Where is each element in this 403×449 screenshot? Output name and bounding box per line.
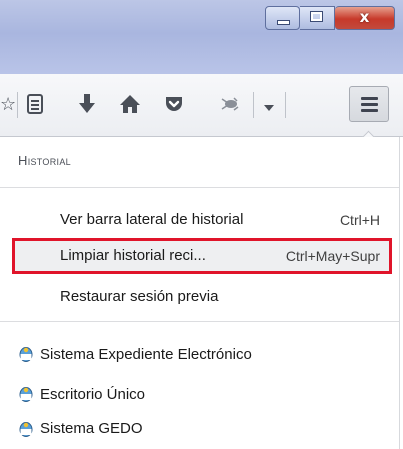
minimize-button[interactable] xyxy=(265,6,300,30)
hamburger-line xyxy=(361,109,378,112)
menu-item-label: Ver barra lateral de historial xyxy=(60,211,244,228)
argentina-emblem-icon xyxy=(19,422,33,437)
hamburger-menu-icon xyxy=(361,97,378,100)
panel-section-title: Historial xyxy=(18,153,71,168)
menu-item-shortcut: Ctrl+H xyxy=(339,212,380,228)
menu-item-label: Limpiar historial reci... xyxy=(60,247,206,264)
pocket-icon[interactable] xyxy=(164,94,184,114)
hamburger-menu-button[interactable] xyxy=(349,86,389,122)
toolbar-separator xyxy=(253,92,254,118)
menu-item-label: Restaurar sesión previa xyxy=(60,288,219,305)
close-icon: x xyxy=(359,8,370,26)
divider xyxy=(0,321,399,322)
maximize-icon xyxy=(310,11,323,22)
bookmark-label: Escritorio Único xyxy=(40,386,146,403)
close-button[interactable]: x xyxy=(335,6,395,30)
bug-icon[interactable] xyxy=(219,95,241,113)
downloads-icon[interactable] xyxy=(78,93,96,115)
toolbar-separator xyxy=(17,92,18,118)
menu-item-shortcut: Ctrl+May+Supr xyxy=(285,248,380,264)
maximize-button[interactable] xyxy=(300,6,335,30)
minimize-icon xyxy=(277,20,290,25)
toolbar-separator xyxy=(285,92,286,118)
home-icon[interactable] xyxy=(119,93,141,115)
bookmark-label: Sistema GEDO xyxy=(40,420,143,437)
hamburger-line xyxy=(361,103,378,106)
browser-toolbar: ☆ xyxy=(0,74,403,137)
bookmark-star-icon[interactable]: ☆ xyxy=(0,94,16,116)
divider xyxy=(0,187,399,188)
window-titlebar: x xyxy=(0,0,403,74)
argentina-emblem-icon xyxy=(19,387,33,402)
argentina-emblem-icon xyxy=(19,347,33,362)
reading-list-icon[interactable] xyxy=(27,94,43,114)
bookmark-label: Sistema Expediente Electrónico xyxy=(40,346,252,363)
panel-border xyxy=(399,137,400,449)
dropdown-icon[interactable] xyxy=(263,100,275,111)
